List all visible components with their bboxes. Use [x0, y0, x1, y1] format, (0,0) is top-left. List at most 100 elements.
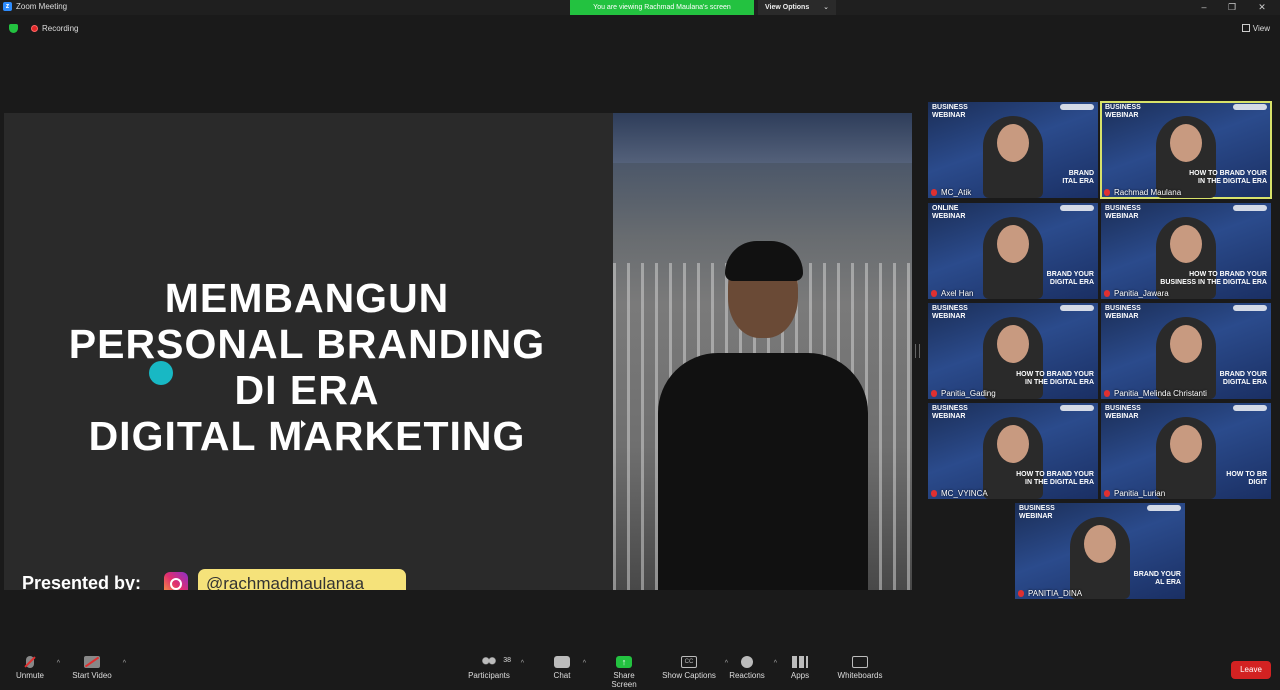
chevron-up-icon[interactable]: ^	[774, 660, 777, 667]
chat-button[interactable]: Chat ^	[550, 656, 586, 680]
start-video-button[interactable]: Start Video ^	[70, 656, 126, 680]
minimize-button[interactable]: –	[1190, 0, 1218, 15]
instagram-icon	[164, 572, 188, 590]
tile-logo-strip	[1060, 205, 1094, 211]
microphone-muted-icon	[1104, 290, 1110, 297]
tile-logo-strip	[1233, 305, 1267, 311]
unmute-button[interactable]: Unmute ^	[12, 656, 60, 680]
view-label: View	[1252, 24, 1270, 33]
restore-button[interactable]: ❐	[1218, 0, 1246, 15]
microphone-muted-icon	[931, 390, 937, 397]
participant-name: Panitia_Jawara	[1104, 289, 1169, 298]
captions-icon: CC	[681, 656, 697, 668]
start-video-label: Start Video	[72, 671, 112, 680]
participant-name: Axel Han	[931, 289, 973, 298]
slide-title: MEMBANGUN PERSONAL BRANDING DI ERA DIGIT…	[4, 275, 610, 459]
share-screen-label: Share Screen	[611, 671, 637, 689]
slide-title-line: PERSONAL BRANDING	[68, 321, 546, 367]
participant-name: PANITIA_DINA	[1018, 589, 1082, 598]
participant-name-label: Panitia_Gading	[941, 389, 996, 398]
tile-brand-text: BUSINESS WEBINAR	[1105, 305, 1141, 320]
tile-tagline-text: HOW TO BRAND YOUR IN THE DIGITAL ERA	[1016, 371, 1094, 386]
recording-icon	[31, 25, 38, 32]
participant-tile[interactable]: BUSINESS WEBINAR HOW TO BRAND YOUR IN THE…	[1100, 101, 1272, 199]
participant-name-label: Panitia_Lurian	[1114, 489, 1166, 498]
whiteboards-button[interactable]: Whiteboards	[836, 656, 884, 680]
participant-name-label: Axel Han	[941, 289, 974, 298]
recording-label: Recording	[42, 24, 79, 33]
participants-button[interactable]: 38 Participants ^	[466, 656, 524, 680]
participant-video	[1070, 517, 1130, 599]
tile-logo-strip	[1233, 405, 1267, 411]
participant-tile[interactable]: BUSINESS WEBINAR HOW TO BRAND YOUR BUSINE…	[1101, 203, 1271, 299]
chevron-up-icon[interactable]: ^	[583, 660, 586, 667]
participant-name-label: PANITIA_DINA	[1028, 589, 1083, 598]
microphone-muted-icon	[1018, 590, 1024, 597]
microphone-muted-icon	[26, 656, 34, 668]
tile-logo-strip	[1233, 205, 1267, 211]
participant-tile[interactable]: BUSINESS WEBINAR HOW TO BRAND YOUR IN THE…	[928, 403, 1098, 499]
view-options-label: View Options	[765, 4, 810, 11]
unmute-label: Unmute	[15, 671, 44, 680]
shield-icon[interactable]	[9, 24, 18, 33]
reactions-label: Reactions	[729, 671, 765, 680]
whiteboard-icon	[852, 656, 868, 668]
tile-brand-text: BUSINESS WEBINAR	[1019, 505, 1055, 520]
tile-logo-strip	[1060, 405, 1094, 411]
window-title: Zoom Meeting	[16, 2, 68, 11]
tile-logo-strip	[1233, 104, 1267, 110]
participant-name: Panitia_Melinda Christanti	[1104, 389, 1207, 398]
whiteboards-label: Whiteboards	[837, 671, 883, 680]
tile-logo-strip	[1147, 505, 1181, 511]
participant-name: Panitia_Gading	[931, 389, 996, 398]
mouse-cursor-icon	[301, 420, 306, 428]
participant-name: MC_Atik	[931, 188, 971, 197]
shared-screen: MEMBANGUN PERSONAL BRANDING DI ERA DIGIT…	[4, 113, 912, 590]
tile-tagline-text: BRAND YOUR DIGITAL ERA	[1219, 371, 1267, 386]
share-screen-button[interactable]: ↑ Share Screen	[600, 656, 648, 689]
tile-brand-text: ONLINE WEBINAR	[932, 205, 966, 220]
apps-button[interactable]: Apps	[788, 656, 812, 680]
microphone-muted-icon	[1104, 490, 1110, 497]
apps-icon	[792, 656, 808, 668]
participant-tile[interactable]: BUSINESS WEBINAR HOW TO BRAND YOUR IN THE…	[928, 303, 1098, 399]
tile-brand-text: BUSINESS WEBINAR	[932, 104, 968, 119]
photo-person-hair	[725, 241, 803, 281]
participant-name: Panitia_Lurian	[1104, 489, 1165, 498]
tile-tagline-text: HOW TO BRAND YOUR BUSINESS IN THE DIGITA…	[1160, 271, 1267, 286]
chevron-up-icon[interactable]: ^	[57, 660, 60, 667]
reactions-icon	[741, 656, 753, 668]
panel-splitter-handle[interactable]	[915, 344, 920, 358]
zoom-logo-icon: z	[3, 2, 12, 11]
view-options-button[interactable]: View Options ⌄	[758, 0, 836, 15]
tile-tagline-text: BRAND ITAL ERA	[1062, 170, 1094, 185]
apps-label: Apps	[790, 671, 810, 680]
tile-brand-text: BUSINESS WEBINAR	[1105, 205, 1141, 220]
participant-name-label: Panitia_Jawara	[1114, 289, 1169, 298]
leave-button[interactable]: Leave	[1231, 661, 1271, 679]
chevron-up-icon[interactable]: ^	[725, 660, 728, 667]
presented-by-label: Presented by:	[22, 573, 142, 590]
participants-icon: 38	[481, 656, 511, 668]
close-button[interactable]: ✕	[1248, 0, 1276, 15]
participant-tile[interactable]: BUSINESS WEBINAR BRAND YOUR DIGITAL ERA Pa…	[1101, 303, 1271, 399]
chevron-up-icon[interactable]: ^	[521, 660, 524, 667]
show-captions-button[interactable]: CC Show Captions ^	[662, 656, 728, 680]
participant-video	[983, 217, 1043, 299]
tile-brand-text: BUSINESS WEBINAR	[932, 305, 968, 320]
participant-name-label: Rachmad Maulana	[1114, 188, 1182, 197]
photo-person-body	[658, 353, 868, 590]
tile-logo-strip	[1060, 104, 1094, 110]
reactions-button[interactable]: Reactions ^	[729, 656, 777, 680]
chat-icon	[554, 656, 570, 668]
participant-name: MC_VYINCA	[931, 489, 988, 498]
chevron-up-icon[interactable]: ^	[123, 660, 126, 667]
participant-tile[interactable]: BUSINESS WEBINAR HOW TO BR DIGIT Panitia_L…	[1101, 403, 1271, 499]
tile-brand-text: BUSINESS WEBINAR	[932, 405, 968, 420]
participant-tile[interactable]: BUSINESS WEBINAR BRAND ITAL ERA MC_Atik	[928, 102, 1098, 198]
participants-label: Participants	[468, 671, 510, 680]
tile-tagline-text: HOW TO BR DIGIT	[1226, 471, 1267, 486]
participant-tile[interactable]: ONLINE WEBINAR BRAND YOUR DIGITAL ERA Axel…	[928, 203, 1098, 299]
view-button[interactable]: View	[1241, 24, 1270, 33]
participant-tile[interactable]: BUSINESS WEBINAR BRAND YOUR AL ERA PANITIA…	[1015, 503, 1185, 599]
